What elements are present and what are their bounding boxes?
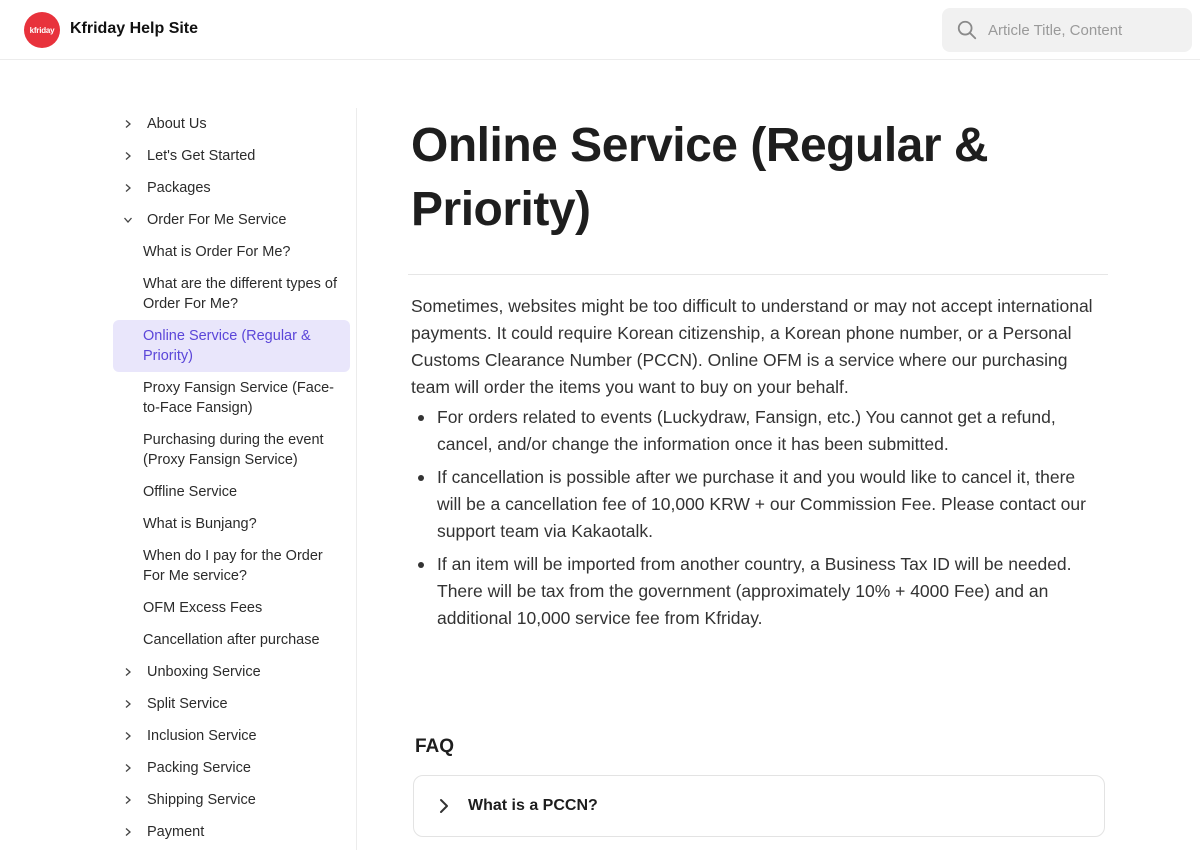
search-input[interactable] bbox=[988, 8, 1184, 52]
sidebar-subitem-offline-service[interactable]: Offline Service bbox=[113, 482, 350, 502]
sidebar-subitem-bunjang[interactable]: What is Bunjang? bbox=[113, 514, 350, 534]
logo-text: kfriday bbox=[29, 25, 55, 35]
sidebar-item-label: Payment bbox=[147, 824, 205, 840]
chevron-right-icon bbox=[125, 152, 131, 160]
chevron-right-icon bbox=[125, 120, 131, 128]
sidebar-subitem-purchasing-during-event[interactable]: Purchasing during the event (Proxy Fansi… bbox=[113, 430, 350, 470]
site-title[interactable]: Kfriday Help Site bbox=[70, 20, 198, 38]
sidebar-subitem-excess-fees[interactable]: OFM Excess Fees bbox=[113, 598, 350, 618]
search-box[interactable] bbox=[942, 8, 1192, 52]
sidebar-item-label: Packages bbox=[147, 180, 211, 196]
bullet-item: If an item will be imported from another… bbox=[411, 551, 1103, 632]
chevron-down-icon bbox=[124, 217, 132, 223]
sidebar-item-label: About Us bbox=[147, 116, 207, 132]
sidebar-item-label: Let's Get Started bbox=[147, 148, 256, 164]
sidebar-item-label: Order For Me Service bbox=[147, 212, 287, 228]
page-title: Online Service (Regular & Priority) bbox=[411, 119, 989, 236]
sidebar-item-label: Unboxing Service bbox=[147, 664, 261, 680]
chevron-right-icon bbox=[125, 184, 131, 192]
header: kfriday Kfriday Help Site bbox=[0, 0, 1200, 60]
sidebar-nav: About Us Let's Get Started Packages Orde… bbox=[113, 108, 357, 850]
sidebar-subitem-proxy-fansign[interactable]: Proxy Fansign Service (Face-to-Face Fans… bbox=[113, 378, 350, 418]
sidebar-item-label: Split Service bbox=[147, 696, 228, 712]
faq-question: What is a PCCN? bbox=[468, 797, 598, 814]
chevron-right-icon bbox=[440, 799, 448, 813]
article-bullet-list: For orders related to events (Luckydraw,… bbox=[411, 404, 1103, 638]
sidebar-subitem-cancellation[interactable]: Cancellation after purchase bbox=[113, 630, 350, 650]
faq-item-pccn[interactable]: What is a PCCN? bbox=[413, 775, 1105, 837]
chevron-right-icon bbox=[125, 700, 131, 708]
sidebar-subitem-what-is-ofm[interactable]: What is Order For Me? bbox=[113, 242, 350, 262]
chevron-right-icon bbox=[125, 668, 131, 676]
chevron-right-icon bbox=[125, 828, 131, 836]
title-divider bbox=[408, 274, 1108, 275]
chevron-right-icon bbox=[125, 764, 131, 772]
chevron-right-icon bbox=[125, 796, 131, 804]
kfriday-logo[interactable]: kfriday bbox=[24, 12, 60, 48]
sidebar-item-label: Shipping Service bbox=[147, 792, 256, 808]
sidebar-subitem-when-to-pay[interactable]: When do I pay for the Order For Me servi… bbox=[113, 546, 350, 586]
sidebar-item-label: Packing Service bbox=[147, 760, 251, 776]
sidebar-subitem-ofm-types[interactable]: What are the different types of Order Fo… bbox=[113, 274, 350, 314]
search-icon bbox=[957, 20, 977, 40]
article-intro: Sometimes, websites might be too difficu… bbox=[411, 296, 1093, 397]
sidebar-item-label: Inclusion Service bbox=[147, 728, 257, 744]
sidebar-subitem-online-service[interactable]: Online Service (Regular & Priority) bbox=[113, 320, 350, 372]
chevron-right-icon bbox=[125, 732, 131, 740]
bullet-item: If cancellation is possible after we pur… bbox=[411, 464, 1103, 545]
faq-heading: FAQ bbox=[415, 736, 455, 757]
bullet-item: For orders related to events (Luckydraw,… bbox=[411, 404, 1103, 458]
